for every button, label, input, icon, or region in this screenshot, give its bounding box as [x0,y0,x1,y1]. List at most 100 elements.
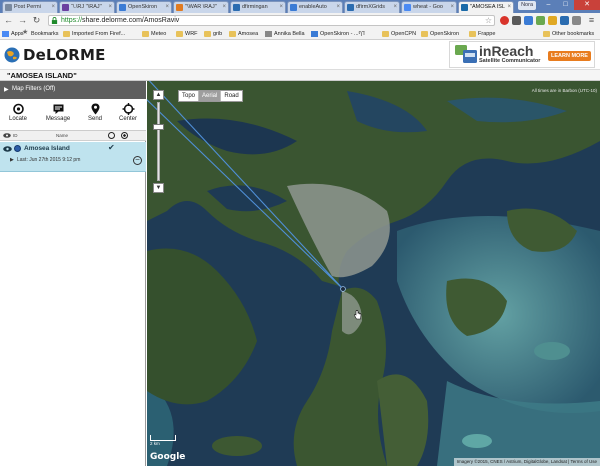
browser-tab[interactable]: OpenSkiron × [116,1,172,13]
track-all-circle-icon[interactable] [121,132,128,139]
extension-icon[interactable] [536,16,545,25]
address-bar[interactable]: https://share.delorme.com/AmosRaviv ☆ [48,15,495,26]
url-scheme: https:// [61,17,83,24]
send-button[interactable]: Send [79,101,111,129]
bookmark-folder[interactable]: OpenCPN [382,29,416,39]
device-name[interactable]: Amosea Island [24,145,70,152]
extension-icon[interactable] [524,16,533,25]
tab-label: wheat - Goo [413,4,443,10]
chrome-menu-icon[interactable]: ≡ [586,15,597,26]
close-icon[interactable]: × [279,2,283,13]
column-header-id[interactable]: ID [13,132,18,140]
browser-tab-active[interactable]: "AMOSEA ISL × [458,1,514,13]
map-attribution[interactable]: Imagery ©2015, CNES / Astrium, DigitalGl… [453,458,600,466]
map-filters-label: Map Filters (Off) [12,86,56,92]
visibility-eye-icon[interactable] [3,146,12,152]
lock-icon [51,17,58,24]
map-view[interactable]: ▲ ▼ Topo Aerial Road All times are in Ba… [147,81,600,466]
aerial-imagery [147,81,600,466]
bookmark-bookmarks[interactable]: ★ Bookmarks [22,29,59,39]
close-icon[interactable]: × [507,2,511,13]
profile-badge[interactable]: Nora [518,1,536,10]
zoom-slider-track[interactable] [157,102,160,181]
bookmark-page[interactable]: OpenSkiron - ...דף [311,29,365,39]
browser-tab[interactable]: dfirmXGrids × [344,1,400,13]
browser-tab[interactable]: dfirmingan × [230,1,286,13]
tab-label: OpenSkiron [128,4,158,10]
close-icon[interactable]: × [450,2,454,13]
delorme-logo[interactable]: DeLORME [4,46,106,64]
folder-icon [421,31,428,37]
google-logo[interactable]: Google [150,452,185,462]
close-icon[interactable]: × [51,2,55,13]
back-arrow-icon[interactable]: ← [3,15,14,26]
tab-label: "AMOSEA ISL [470,4,505,10]
browser-tab[interactable]: enableAuto × [287,1,343,13]
column-header-name[interactable]: Name [56,132,68,140]
locate-button[interactable]: Locate [2,101,34,129]
inreach-advertisement[interactable]: inReach Satellite Communicator LEARN MOR… [449,41,595,68]
bookmark-folder[interactable]: Amosea [229,29,258,39]
extension-icon[interactable] [560,16,569,25]
extension-icon[interactable] [512,16,521,25]
device-marker-icon [14,145,21,152]
bookmark-star-icon[interactable]: ☆ [485,16,492,25]
maximize-icon[interactable]: □ [557,0,574,10]
learn-more-button[interactable]: LEARN MORE [548,51,591,61]
close-icon[interactable]: × [222,2,226,13]
extension-icon[interactable] [572,16,581,25]
close-icon[interactable]: × [393,2,397,13]
message-button[interactable]: Message [42,101,74,129]
map-type-aerial[interactable]: Aerial [199,91,222,101]
browser-tab[interactable]: wheat - Goo × [401,1,457,13]
reload-icon[interactable]: ↻ [31,15,42,26]
window-close-icon[interactable]: ✕ [574,0,600,10]
eye-icon[interactable] [3,133,11,138]
browser-tab[interactable]: “\.\RJ ''\RAJ'' × [59,1,115,13]
extension-adblock-icon[interactable] [500,16,509,25]
collapse-minus-icon[interactable]: − [133,156,142,165]
extension-icon[interactable] [548,16,557,25]
folder-icon [204,31,211,37]
close-icon[interactable]: × [108,2,112,13]
map-type-road[interactable]: Road [221,91,241,101]
bookmark-folder[interactable]: WRF [176,29,198,39]
bookmark-folder[interactable]: OpenSkiron [421,29,459,39]
close-icon[interactable]: × [336,2,340,13]
bookmark-folder[interactable]: Meteo [142,29,166,39]
forward-arrow-icon[interactable]: → [17,15,28,26]
expand-triangle-icon[interactable]: ▶ [10,157,14,163]
bookmark-folder[interactable]: Imported From Firef... [63,29,125,39]
tab-favicon-icon [404,4,411,11]
close-icon[interactable]: × [165,2,169,13]
tab-label: ''\WAR \RAJ'' [185,4,217,10]
map-filters-toggle[interactable]: ▶ Map Filters (Off) [0,81,146,99]
bookmark-folder[interactable]: Frappe [469,29,495,39]
browser-tab[interactable]: Post Permi × [2,1,58,13]
folder-icon [176,31,183,37]
zoom-slider-handle[interactable] [153,124,164,130]
timezone-note: All times are in Barbon (UTC-10) [531,88,597,93]
tab-favicon-icon [176,4,183,11]
ad-title: inReach [479,43,534,59]
checkmark-icon[interactable]: ✔ [108,143,115,152]
select-all-circle-icon[interactable] [108,132,115,139]
map-type-topo[interactable]: Topo [179,91,200,101]
window-controls: – □ ✕ [540,0,600,11]
zoom-in-button[interactable]: ▲ [153,90,164,100]
tab-label: enableAuto [299,4,327,10]
zoom-control: ▲ ▼ [153,90,164,194]
device-list-item[interactable]: Amosea Island ✔ ▶ Last: Jun 27th 2015 9:… [0,142,146,172]
bookmark-folder[interactable]: grib [204,29,222,39]
center-button[interactable]: Center [112,101,144,129]
browser-tab[interactable]: ''\WAR \RAJ'' × [173,1,229,13]
tab-label: “\.\RJ ''\RAJ'' [71,4,102,10]
last-seen-timestamp: Last: Jun 27th 2015 9:12 pm [17,157,81,163]
bookmark-page[interactable]: Annika Bella [265,29,305,39]
minimize-icon[interactable]: – [540,0,557,10]
bookmarks-bar: Apps ★ Bookmarks Imported From Firef... … [0,28,600,40]
bookmark-other[interactable]: Other bookmarks [543,29,594,39]
message-icon [53,104,63,114]
zoom-out-button[interactable]: ▼ [153,183,164,193]
bookmark-apps[interactable]: Apps [2,29,24,39]
